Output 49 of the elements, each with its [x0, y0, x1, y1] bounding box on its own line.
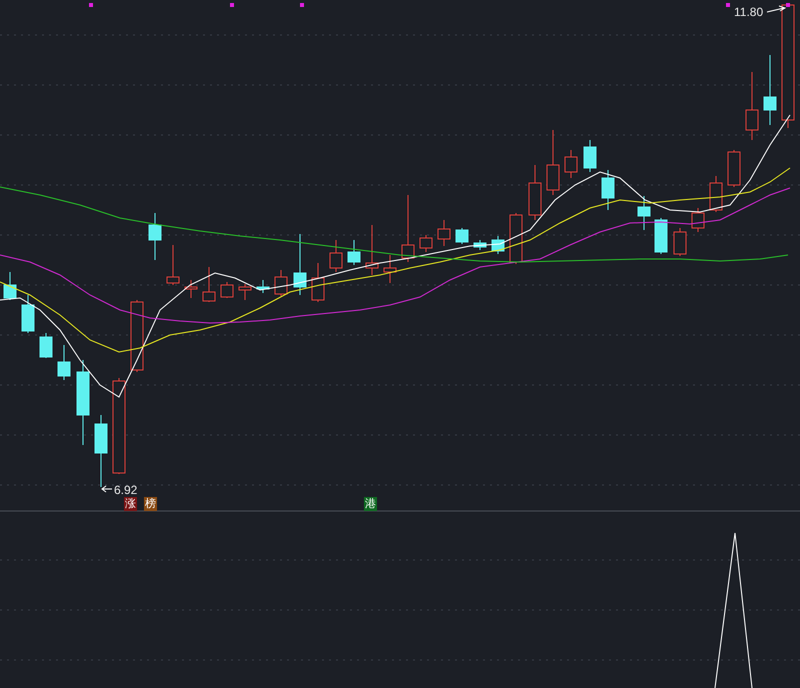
candlestick [692, 208, 704, 232]
arrow-icon [101, 486, 112, 492]
candlestick [256, 280, 270, 294]
tag-label: 港 [364, 497, 377, 511]
candlestick [202, 266, 216, 302]
candlestick [312, 262, 324, 302]
candlestick [348, 240, 360, 266]
low-price-label: 6.92 [114, 483, 138, 497]
candlestick [638, 196, 650, 230]
candlestick [528, 164, 542, 220]
candlestick [728, 150, 740, 188]
candlestick [710, 176, 722, 212]
signal-marker [89, 3, 93, 7]
candlestick [238, 284, 252, 300]
candlestick [584, 140, 596, 172]
signal-marker [786, 3, 790, 7]
candlestick [220, 282, 234, 298]
candlestick [148, 212, 162, 260]
candlestick [746, 72, 758, 140]
candlestick [602, 170, 614, 210]
candlestick [4, 272, 16, 300]
candlestick [330, 240, 342, 272]
candlestick [274, 270, 288, 296]
candlestick [184, 280, 198, 298]
tag-label: 涨 [124, 497, 137, 511]
candlestick [166, 244, 180, 286]
candlestick [456, 228, 468, 244]
candlestick [674, 228, 686, 256]
candlestick [546, 130, 560, 196]
candlestick [654, 218, 668, 254]
candlestick [420, 234, 432, 252]
candlestick [564, 150, 578, 178]
high-price-label: 11.80 [734, 5, 764, 19]
candlestick [366, 224, 378, 276]
candlestick [294, 234, 306, 296]
signal-marker [230, 3, 234, 7]
signal-marker [300, 3, 304, 7]
candlestick [58, 344, 70, 380]
candlestick [402, 194, 414, 262]
candlestick [384, 254, 396, 284]
candlestick [510, 212, 522, 264]
candlestick [764, 54, 776, 126]
candlestick [40, 332, 52, 358]
candlestick [438, 220, 450, 246]
candlestick [492, 236, 504, 254]
candlestick [22, 294, 34, 334]
arrow-icon [766, 6, 786, 12]
tag-label: 榜 [144, 497, 157, 511]
signal-marker [726, 3, 730, 7]
